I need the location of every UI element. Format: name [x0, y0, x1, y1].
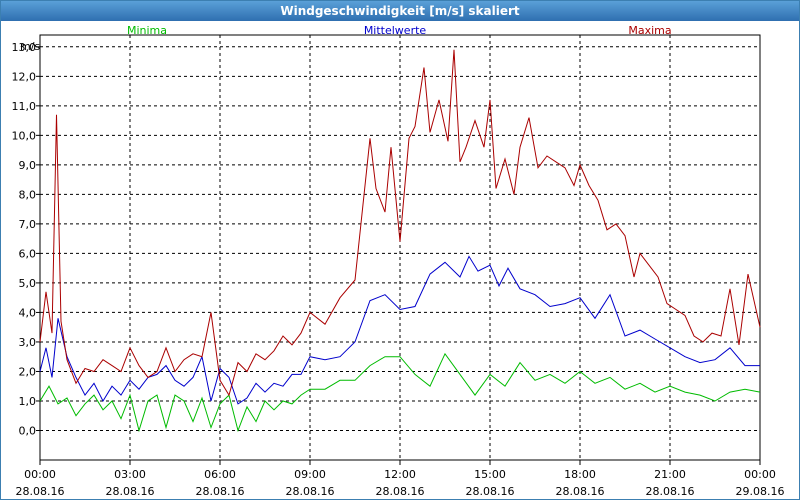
- x-tick-time: 12:00: [384, 468, 416, 481]
- grid-lines: [39, 34, 761, 461]
- y-tick-label: 5,0: [19, 277, 37, 290]
- x-tick-time: 00:00: [24, 468, 56, 481]
- x-tick-date: 29.08.16: [736, 485, 785, 498]
- legend-item-maxima: Maxima: [628, 24, 671, 37]
- y-tick-label: 11,0: [12, 100, 37, 113]
- y-tick-label: 10,0: [12, 129, 37, 142]
- x-tick-date: 28.08.16: [16, 485, 65, 498]
- y-tick-label: 0,0: [19, 424, 37, 437]
- x-tick-date: 28.08.16: [286, 485, 335, 498]
- legend-item-mittelwerte: Mittelwerte: [364, 24, 427, 37]
- x-tick-time: 18:00: [564, 468, 596, 481]
- x-tick-time: 15:00: [474, 468, 506, 481]
- x-tick-date: 28.08.16: [106, 485, 155, 498]
- y-tick-label: 8,0: [19, 188, 37, 201]
- y-tick-label: 3,0: [19, 336, 37, 349]
- x-axis-ticks: 00:00 28.08.16 03:00 28.08.16 06:00 28.08.16 0…: [16, 460, 785, 498]
- x-tick-time: 09:00: [294, 468, 326, 481]
- y-tick-label: 4,0: [19, 306, 37, 319]
- y-tick-label: 9,0: [19, 159, 37, 172]
- y-axis-ticks: 0,0 1,0 2,0 3,0 4,0 5,0 6,0 7,0 8,0 9,0 10,0 11,0 12…: [12, 41, 40, 437]
- y-tick-label: 2,0: [19, 365, 37, 378]
- y-axis-label: m/s: [20, 40, 40, 53]
- x-tick-date: 28.08.16: [466, 485, 515, 498]
- x-tick-date: 28.08.16: [196, 485, 245, 498]
- x-tick-date: 28.08.16: [376, 485, 425, 498]
- x-tick-time: 03:00: [114, 468, 146, 481]
- wind-speed-chart: 0,0 1,0 2,0 3,0 4,0 5,0 6,0 7,0 8,0 9,0 10,0 11,0 12…: [12, 24, 785, 498]
- y-tick-label: 7,0: [19, 218, 37, 231]
- y-tick-label: 12,0: [12, 70, 37, 83]
- x-tick-time: 21:00: [654, 468, 686, 481]
- x-tick-time: 00:00: [744, 468, 776, 481]
- legend-item-minima: Minima: [127, 24, 167, 37]
- y-tick-label: 6,0: [19, 247, 37, 260]
- x-tick-time: 06:00: [204, 468, 236, 481]
- y-tick-label: 1,0: [19, 395, 37, 408]
- x-tick-date: 28.08.16: [556, 485, 605, 498]
- x-tick-date: 28.08.16: [646, 485, 695, 498]
